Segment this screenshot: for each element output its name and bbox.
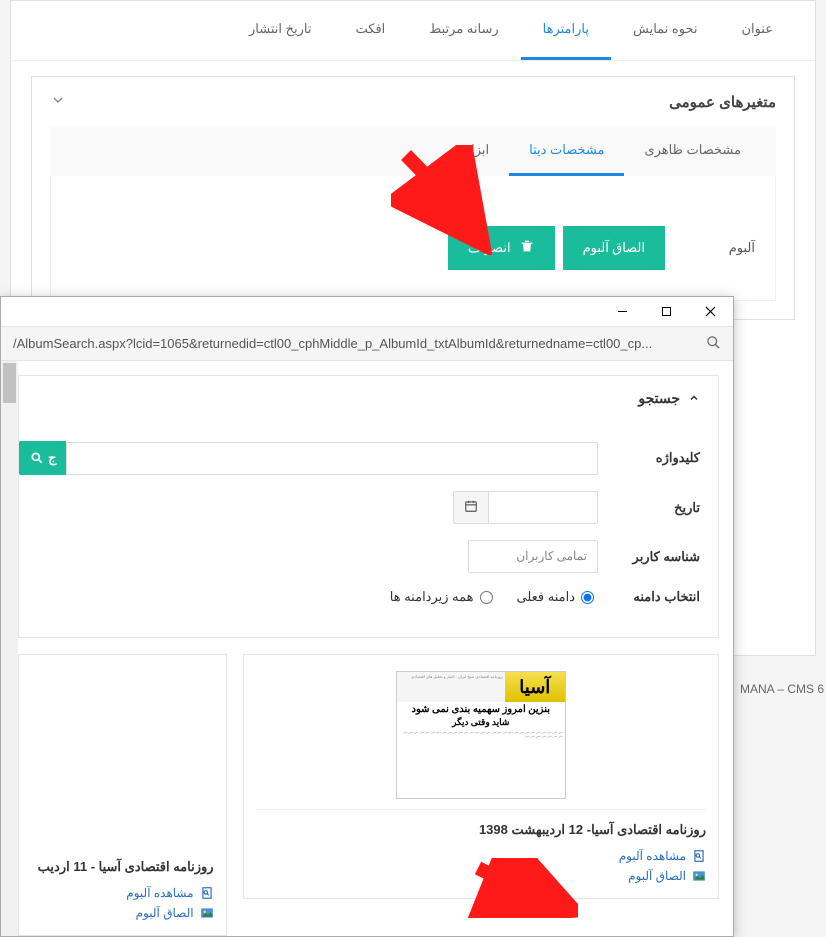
tab-media[interactable]: رسانه مرتبط: [407, 1, 520, 60]
sub-tabs: مشخصات ظاهری مشخصات دیتا ابزار: [50, 127, 776, 176]
album-thumbnail[interactable]: آسیا روزنامه اقتصادی صبح ایران - اخبار و…: [396, 671, 566, 799]
thumb-logo: آسیا: [505, 672, 565, 702]
search-panel: جستجو کلیدواژه ج تاری: [18, 375, 719, 638]
url-text: /AlbumSearch.aspx?lcid=1065&returnedid=c…: [13, 336, 698, 351]
keyword-label: کلیدواژه: [610, 450, 700, 466]
attach-album-button[interactable]: الصاق آلبوم: [563, 226, 665, 270]
attach-album-label-2: الصاق آلبوم: [136, 906, 194, 920]
thumb-body: متن متن متن متن متن متن متن متن متن متن …: [397, 728, 565, 784]
search-title: جستجو: [638, 390, 680, 407]
view-album-link-1[interactable]: مشاهده آلبوم: [256, 846, 706, 866]
result-card-2: روزنامه اقتصادی آسیا - 11 اردیب مشاهده آ…: [18, 654, 227, 936]
window-titlebar: [1, 297, 733, 327]
section-header[interactable]: متغیرهای عمومی: [32, 77, 794, 127]
tab-effect[interactable]: افکت: [334, 1, 408, 60]
search-url-icon[interactable]: [706, 335, 721, 353]
user-label: شناسه کاربر: [610, 549, 700, 565]
chevron-down-icon: [50, 92, 66, 112]
domain-current-option[interactable]: دامنه فعلی: [517, 589, 595, 605]
trash-icon: [519, 238, 535, 258]
date-label: تاریخ: [610, 500, 700, 516]
result-title-2: روزنامه اقتصادی آسیا - 11 اردیب: [19, 847, 214, 883]
cancel-button[interactable]: انصراف: [448, 226, 555, 270]
scrollbar[interactable]: [1, 361, 18, 936]
subtab-data[interactable]: مشخصات دیتا: [509, 127, 624, 176]
search-addon-label: ج: [48, 450, 56, 466]
image-icon: [692, 869, 706, 883]
domain-all-label: همه زیردامنه ها: [390, 589, 474, 605]
date-picker-button[interactable]: [453, 491, 488, 524]
scrollbar-thumb[interactable]: [3, 363, 16, 403]
keyword-input[interactable]: [66, 442, 598, 475]
thumb-side: روزنامه اقتصادی صبح ایران - اخبار و تحلی…: [397, 672, 505, 702]
domain-all-radio[interactable]: [480, 591, 493, 604]
main-tabs: عنوان نحوه نمایش پارامترها رسانه مرتبط ا…: [11, 1, 815, 61]
album-search-popup: /AlbumSearch.aspx?lcid=1065&returnedid=c…: [0, 296, 734, 937]
view-album-label-2: مشاهده آلبوم: [126, 886, 193, 900]
maximize-button[interactable]: [651, 301, 681, 323]
search-submit-button[interactable]: ج: [19, 441, 66, 475]
domain-current-label: دامنه فعلی: [517, 589, 576, 605]
domain-label: انتخاب دامنه: [610, 589, 700, 605]
thumb-headline-1: بنزین امروز سهمیه بندی نمی شود: [397, 702, 565, 717]
date-input[interactable]: [488, 491, 598, 524]
search-panel-header[interactable]: جستجو: [19, 376, 718, 421]
user-select[interactable]: [468, 540, 598, 573]
result-title-1: روزنامه اقتصادی آسیا- 12 اردیبهشت 1398: [256, 809, 706, 846]
tab-title[interactable]: عنوان: [719, 1, 795, 60]
close-button[interactable]: [695, 301, 725, 323]
document-icon: [200, 886, 214, 900]
thumb-headline-2: شاید وقتی دیگر: [397, 717, 565, 728]
document-icon: [692, 849, 706, 863]
tab-display[interactable]: نحوه نمایش: [611, 1, 719, 60]
result-card-1: آسیا روزنامه اقتصادی صبح ایران - اخبار و…: [243, 654, 719, 899]
calendar-icon: [464, 499, 478, 516]
caret-up-icon: [688, 391, 700, 407]
minimize-button[interactable]: [607, 301, 637, 323]
image-icon: [200, 906, 214, 920]
subtab-tool[interactable]: ابزار: [445, 127, 509, 176]
subtab-visual[interactable]: مشخصات ظاهری: [624, 127, 761, 176]
attach-album-label-1: الصاق آلبوم: [628, 869, 686, 883]
brand-footer: MANA – CMS 6: [740, 682, 824, 696]
domain-current-radio[interactable]: [581, 591, 594, 604]
attach-album-link-2[interactable]: الصاق آلبوم: [19, 903, 214, 923]
view-album-link-2[interactable]: مشاهده آلبوم: [19, 883, 214, 903]
cancel-label: انصراف: [468, 240, 511, 256]
section-title: متغیرهای عمومی: [669, 93, 776, 111]
album-label: آلبوم: [705, 240, 755, 256]
view-album-label-1: مشاهده آلبوم: [619, 849, 686, 863]
tab-params[interactable]: پارامترها: [521, 1, 611, 60]
address-bar: /AlbumSearch.aspx?lcid=1065&returnedid=c…: [1, 327, 733, 361]
tab-publish[interactable]: تاریخ انتشار: [227, 1, 333, 60]
attach-album-link-1[interactable]: الصاق آلبوم: [256, 866, 706, 886]
domain-all-option[interactable]: همه زیردامنه ها: [390, 589, 493, 605]
